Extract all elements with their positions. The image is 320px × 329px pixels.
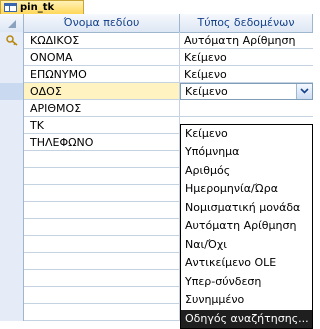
- dropdown-option-memo[interactable]: Υπόμνημα: [181, 143, 312, 161]
- field-name-cell[interactable]: [24, 151, 180, 168]
- data-type-combobox[interactable]: Κείμενο: [180, 83, 313, 100]
- field-name-cell[interactable]: [24, 219, 180, 236]
- field-name-cell[interactable]: [24, 168, 180, 185]
- dropdown-option-lookup-wizard[interactable]: Οδηγός αναζήτησης...: [181, 310, 312, 328]
- row-selector[interactable]: [0, 168, 24, 185]
- combobox-dropdown-button[interactable]: [296, 84, 312, 99]
- row-selector[interactable]: [0, 83, 24, 100]
- chevron-down-icon: [300, 88, 309, 94]
- field-name-cell[interactable]: ΤΗΛΕΦΩΝΟ: [24, 134, 180, 151]
- table-tab-label: pin_tk: [20, 2, 55, 13]
- field-name-cell[interactable]: ΑΡΙΘΜΟΣ: [24, 100, 180, 117]
- row-selector[interactable]: [0, 49, 24, 66]
- row-selector[interactable]: [0, 304, 24, 321]
- field-name-cell[interactable]: [24, 304, 180, 321]
- field-name-cell[interactable]: ΚΩΔΙΚΟΣ: [24, 32, 180, 49]
- field-name-header[interactable]: Όνομα πεδίου: [24, 14, 180, 32]
- dropdown-option-yesno[interactable]: Ναι/Όχι: [181, 236, 312, 254]
- dropdown-option-ole-object[interactable]: Αντικείμενο OLE: [181, 254, 312, 272]
- table-icon: [4, 3, 17, 12]
- document-tab-strip: pin_tk: [0, 0, 313, 14]
- row-selector[interactable]: [0, 287, 24, 304]
- field-name-cell[interactable]: ΟΝΟΜΑ: [24, 49, 180, 66]
- dropdown-option-text[interactable]: Κείμενο: [181, 125, 312, 143]
- row-selector[interactable]: [0, 270, 24, 287]
- row-selector[interactable]: [0, 219, 24, 236]
- field-name-cell[interactable]: [24, 287, 180, 304]
- dropdown-option-currency[interactable]: Νομισματική μονάδα: [181, 199, 312, 217]
- dropdown-option-datetime[interactable]: Ημερομηνία/Ώρα: [181, 180, 312, 198]
- row-selector[interactable]: [0, 253, 24, 270]
- row-selector[interactable]: [0, 236, 24, 253]
- table-row[interactable]: ΟΝΟΜΑ Κείμενο: [0, 49, 313, 66]
- data-type-cell[interactable]: Κείμενο: [180, 49, 313, 66]
- primary-key-icon: [6, 35, 18, 46]
- field-name-cell[interactable]: ΕΠΩΝΥΜΟ: [24, 66, 180, 83]
- table-tab[interactable]: pin_tk: [0, 0, 84, 14]
- field-name-cell[interactable]: ΤΚ: [24, 117, 180, 134]
- row-selector[interactable]: [0, 117, 24, 134]
- table-row[interactable]: ΚΩΔΙΚΟΣ Αυτόματη Αρίθμηση: [0, 32, 313, 49]
- field-name-cell[interactable]: [24, 270, 180, 287]
- column-header-row: Όνομα πεδίου Τύπος δεδομένων: [0, 14, 313, 33]
- row-selector[interactable]: [0, 151, 24, 168]
- data-type-combobox-value[interactable]: Κείμενο: [185, 84, 228, 99]
- row-selector[interactable]: [0, 134, 24, 151]
- dropdown-option-attachment[interactable]: Συνημμένο: [181, 291, 312, 309]
- row-selector[interactable]: [0, 202, 24, 219]
- dropdown-option-autonumber[interactable]: Αυτόματη Αρίθμηση: [181, 217, 312, 235]
- field-name-cell[interactable]: [24, 236, 180, 253]
- field-name-cell[interactable]: ΟΔΟΣ: [24, 83, 180, 100]
- field-name-cell[interactable]: [24, 202, 180, 219]
- row-selector[interactable]: [0, 185, 24, 202]
- data-type-cell[interactable]: Κείμενο: [180, 66, 313, 83]
- table-row[interactable]: ΑΡΙΘΜΟΣ: [0, 100, 313, 117]
- select-all-corner[interactable]: [0, 14, 24, 32]
- data-type-cell[interactable]: [180, 100, 313, 117]
- data-type-dropdown-list: Κείμενο Υπόμνημα Αριθμός Ημερομηνία/Ώρα …: [180, 124, 313, 329]
- row-selector[interactable]: [0, 32, 24, 49]
- field-name-cell[interactable]: [24, 253, 180, 270]
- dropdown-option-hyperlink[interactable]: Υπερ-σύνδεση: [181, 273, 312, 291]
- row-selector[interactable]: [0, 100, 24, 117]
- table-row-active[interactable]: ΟΔΟΣ Κείμενο: [0, 83, 313, 100]
- data-type-header[interactable]: Τύπος δεδομένων: [180, 14, 313, 32]
- table-row[interactable]: ΕΠΩΝΥΜΟ Κείμενο: [0, 66, 313, 83]
- field-name-cell[interactable]: [24, 185, 180, 202]
- dropdown-option-number[interactable]: Αριθμός: [181, 162, 312, 180]
- data-type-cell[interactable]: Αυτόματη Αρίθμηση: [180, 32, 313, 49]
- row-selector[interactable]: [0, 66, 24, 83]
